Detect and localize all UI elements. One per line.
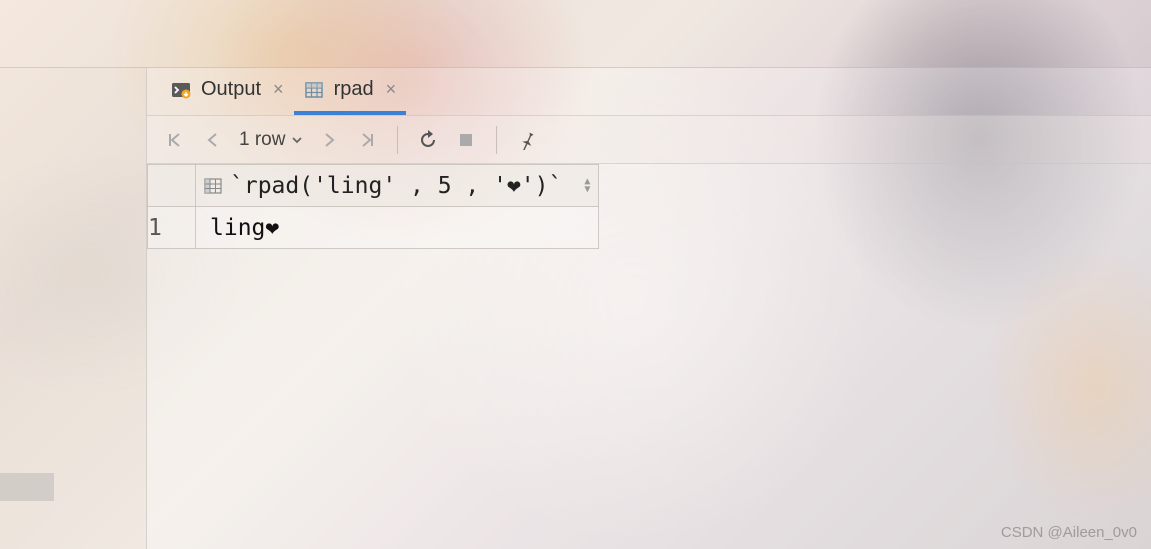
tab-output[interactable]: Output ×: [161, 68, 294, 115]
table-row[interactable]: 1 ling❤: [148, 207, 599, 249]
result-table: `rpad('ling' , 5 , '❤')` ▲▼ 1 ling❤: [147, 164, 599, 249]
refresh-button[interactable]: [416, 128, 440, 152]
console-icon: [171, 80, 191, 100]
last-page-button[interactable]: [355, 128, 379, 152]
next-page-button[interactable]: [317, 128, 341, 152]
left-gutter: [0, 68, 146, 549]
chevron-down-icon: [291, 134, 303, 146]
cell-value[interactable]: ling❤: [196, 207, 599, 249]
divider: [397, 126, 398, 154]
top-bar: [0, 0, 1151, 68]
divider: [496, 126, 497, 154]
table-icon: [304, 80, 324, 100]
prev-page-button[interactable]: [201, 128, 225, 152]
pin-button[interactable]: [515, 128, 539, 152]
sort-icon[interactable]: ▲▼: [584, 178, 590, 194]
close-icon[interactable]: ×: [384, 79, 399, 100]
tabs-bar: Output × rpad ×: [147, 68, 1151, 116]
row-count-dropdown[interactable]: 1 row: [239, 129, 303, 151]
column-icon: [204, 177, 222, 195]
tab-rpad[interactable]: rpad ×: [294, 68, 407, 115]
table-area: `rpad('ling' , 5 , '❤')` ▲▼ 1 ling❤: [147, 164, 1151, 549]
tab-label: rpad: [334, 78, 374, 101]
tab-label: Output: [201, 78, 261, 101]
first-page-button[interactable]: [163, 128, 187, 152]
row-number: 1: [148, 207, 196, 249]
row-count-label: 1 row: [239, 129, 285, 151]
column-name: `rpad('ling' , 5 , '❤')`: [230, 173, 562, 199]
table-corner: [148, 165, 196, 207]
close-icon[interactable]: ×: [271, 79, 286, 100]
toolbar: 1 row: [147, 116, 1151, 164]
column-header[interactable]: `rpad('ling' , 5 , '❤')` ▲▼: [196, 165, 599, 207]
gutter-strip: [0, 473, 54, 501]
stop-button[interactable]: [454, 128, 478, 152]
watermark: CSDN @Aileen_0v0: [1001, 524, 1137, 541]
